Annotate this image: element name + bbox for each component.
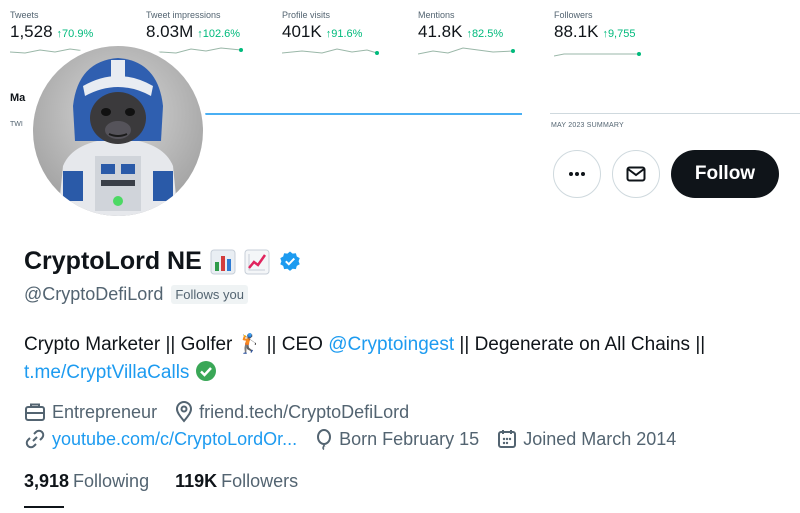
profile-bio: Crypto Marketer || Golfer 🏌 || CEO @Cryp…: [24, 331, 784, 387]
location-pin-icon: [176, 401, 193, 423]
sparkline: [282, 48, 379, 55]
stat-label: Tweets: [10, 10, 39, 20]
followers-label: Followers: [221, 471, 299, 491]
banner-title: Ma: [10, 92, 26, 104]
joined-item: Joined March 2014: [497, 429, 676, 450]
following-count: 3,918: [24, 471, 70, 491]
balloon-icon: [317, 429, 332, 450]
joined-text: Joined March 2014: [523, 428, 677, 449]
bio-mention-link[interactable]: @Cryptoingest: [328, 334, 454, 355]
stat-value: 88.1K: [554, 22, 599, 41]
stat-followers: Followers 88.1K ↑9,755: [554, 10, 644, 58]
stat-impressions: Tweet impressions 8.03M ↑102.6%: [146, 10, 246, 58]
verified-badge-icon[interactable]: [278, 250, 302, 274]
banner-divider: [150, 113, 522, 115]
following-link[interactable]: 3,918 Following: [24, 471, 149, 492]
envelope-icon: [626, 166, 646, 182]
birthday-item: Born February 15: [315, 428, 479, 450]
stat-change: ↑9,755: [602, 28, 636, 40]
stat-value: 401K: [282, 22, 322, 41]
followers-count: 119K: [175, 471, 218, 491]
stat-label: Mentions: [418, 10, 455, 20]
sparkline: [418, 47, 515, 55]
chart-increasing-emoji-icon: [244, 249, 270, 274]
stat-value: 8.03M: [146, 22, 194, 41]
user-handle: @CryptoDefiLord: [24, 284, 164, 304]
bar-chart-emoji-icon: [210, 249, 236, 274]
birthday-text: Born February 15: [339, 428, 480, 449]
profession-item: Entrepreneur: [24, 402, 157, 423]
stat-change: ↑82.5%: [466, 28, 504, 40]
message-button[interactable]: [612, 150, 660, 198]
stat-change: ↑70.9%: [56, 28, 94, 40]
check-mark-emoji-icon: [195, 361, 216, 381]
more-icon: [569, 172, 585, 176]
website-item[interactable]: youtube.com/c/CryptoLordOr...: [24, 428, 297, 450]
more-button[interactable]: [553, 150, 601, 198]
stat-mentions: Mentions 41.8K ↑82.5%: [418, 10, 518, 58]
banner-divider: [550, 113, 800, 114]
stat-label: Followers: [554, 10, 593, 20]
stat-profile-visits: Profile visits 401K ↑91.6%: [282, 10, 382, 58]
following-label: Following: [73, 471, 150, 491]
display-name: CryptoLord NE: [24, 247, 202, 275]
bio-text: || Degenerate on All Chains ||: [454, 334, 706, 355]
location-item: friend.tech/CryptoDefiLord: [175, 401, 409, 423]
stat-change: ↑102.6%: [197, 28, 241, 40]
link-icon: [25, 429, 45, 449]
banner-subtitle: TWI: [10, 121, 23, 128]
avatar[interactable]: [29, 42, 207, 220]
website-link[interactable]: youtube.com/c/CryptoLordOr...: [52, 429, 297, 450]
profession-text: Entrepreneur: [52, 401, 158, 422]
stat-label: Tweet impressions: [146, 10, 221, 20]
profile-meta: youtube.com/c/CryptoLordOr... Born Febru…: [24, 428, 694, 450]
calendar-icon: [498, 430, 517, 448]
handle-row: @CryptoDefiLord Follows you: [24, 284, 248, 305]
profile-name-row: CryptoLord NE: [24, 247, 302, 276]
cropped-content: [24, 506, 64, 513]
sparkline: [554, 52, 641, 57]
stat-label: Profile visits: [282, 10, 331, 20]
follow-counts: 3,918 Following 119K Followers: [24, 471, 298, 492]
briefcase-icon: [25, 403, 45, 421]
bio-text: Crypto Marketer || Golfer 🏌 || CEO: [24, 334, 329, 355]
stat-value: 41.8K: [418, 22, 463, 41]
location-text: friend.tech/CryptoDefiLord: [199, 401, 410, 422]
followers-link[interactable]: 119K Followers: [175, 471, 298, 492]
profile-meta: Entrepreneur friend.tech/CryptoDefiLord: [24, 401, 427, 423]
banner-summary-label: MAY 2023 SUMMARY: [551, 122, 624, 129]
stat-value: 1,528: [10, 22, 53, 41]
follow-button[interactable]: Follow: [671, 150, 779, 198]
follows-you-badge: Follows you: [171, 285, 248, 304]
avatar-image: [33, 46, 203, 216]
bio-telegram-link[interactable]: t.me/CryptVillaCalls: [24, 362, 189, 383]
stat-change: ↑91.6%: [325, 28, 363, 40]
